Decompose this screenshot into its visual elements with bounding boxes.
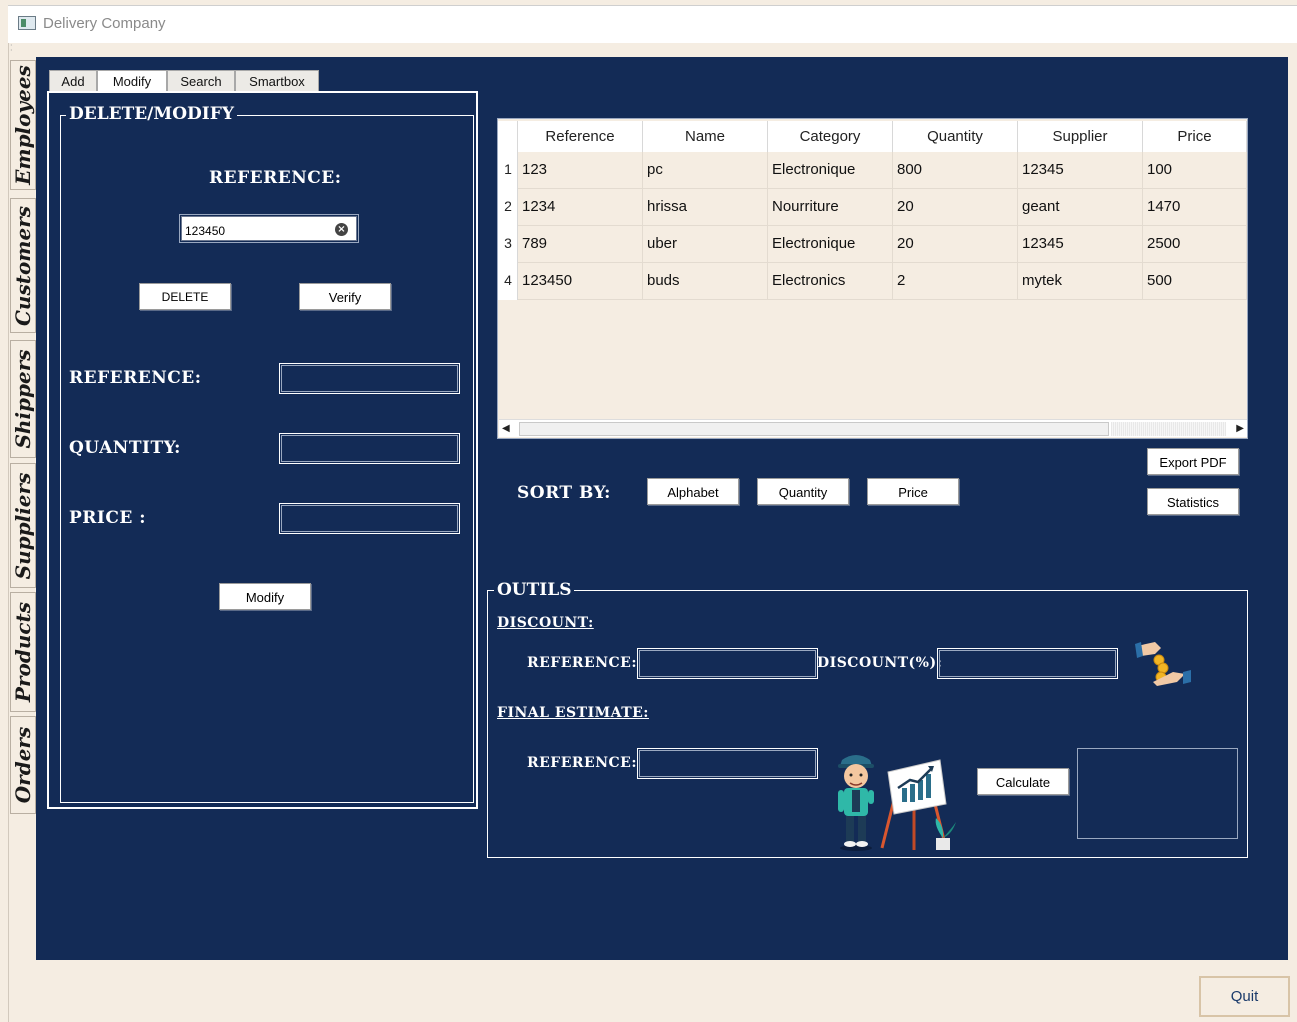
tab-smartbox[interactable]: Smartbox: [235, 70, 319, 92]
row-number: 1: [504, 161, 512, 177]
horizontal-scrollbar[interactable]: ◀ ▶: [499, 419, 1247, 437]
sort-by-label: SORT BY:: [517, 483, 611, 503]
table-cell[interactable]: Electronics: [768, 263, 893, 300]
export-pdf-button[interactable]: Export PDF: [1147, 448, 1239, 475]
table-cell[interactable]: 1234: [518, 189, 643, 226]
delete-modify-legend: DELETE/MODIFY: [66, 104, 237, 124]
delete-button[interactable]: DELETE: [139, 283, 231, 310]
discount-heading: DISCOUNT:: [497, 615, 594, 631]
discount-percent-label: DISCOUNT(%):: [817, 655, 943, 671]
column-header[interactable]: Name: [643, 121, 768, 152]
coins-hand-icon: [1135, 642, 1191, 686]
scrollbar-thumb[interactable]: [519, 422, 1109, 436]
column-header[interactable]: Supplier: [1018, 121, 1143, 152]
window-title: Delivery Company: [43, 15, 166, 32]
table-cell[interactable]: 123: [518, 152, 643, 189]
table-cell[interactable]: 20: [893, 226, 1018, 263]
table-cell[interactable]: 12345: [1018, 152, 1143, 189]
top-tab-bar: Add Modify Search Smartbox: [49, 70, 319, 92]
side-tab-orders[interactable]: Orders: [10, 716, 36, 814]
final-reference-field[interactable]: [637, 748, 818, 779]
table-cell[interactable]: buds: [643, 263, 768, 300]
reference-field[interactable]: [279, 363, 460, 394]
outils-legend: OUTILS: [494, 580, 575, 600]
verify-button[interactable]: Verify: [299, 283, 391, 310]
presenter-chart-illustration: [838, 755, 956, 851]
final-estimate-heading: FINAL ESTIMATE:: [497, 705, 649, 721]
sort-alphabet-button[interactable]: Alphabet: [647, 478, 739, 505]
modify-button[interactable]: Modify: [219, 583, 311, 610]
table-cell[interactable]: pc: [643, 152, 768, 189]
side-tab-shippers[interactable]: Shippers: [10, 340, 36, 458]
column-header[interactable]: Quantity: [893, 121, 1018, 152]
scroll-left-icon[interactable]: ◀: [502, 423, 510, 434]
table-cell[interactable]: 789: [518, 226, 643, 263]
final-reference-label: REFERENCE:: [527, 755, 637, 771]
discount-reference-field[interactable]: [637, 648, 818, 679]
column-header[interactable]: Category: [768, 121, 893, 152]
products-table[interactable]: Reference Name Category Quantity Supplie…: [497, 118, 1248, 439]
table-cell[interactable]: 2500: [1143, 226, 1247, 263]
reference-title: REFERENCE:: [209, 168, 342, 188]
statistics-button[interactable]: Statistics: [1147, 488, 1239, 515]
table-row[interactable]: 789 uber Electronique 20 12345 2500: [518, 226, 1247, 263]
quit-button[interactable]: Quit: [1199, 976, 1290, 1017]
reference-search-input[interactable]: 123450 ×: [179, 214, 359, 243]
table-cell[interactable]: 1470: [1143, 189, 1247, 226]
sort-price-button[interactable]: Price: [867, 478, 959, 505]
side-tab-employees[interactable]: Employees: [10, 60, 36, 190]
table-cell[interactable]: 100: [1143, 152, 1247, 189]
row-number: 3: [504, 235, 512, 251]
table-row[interactable]: 123 pc Electronique 800 12345 100: [518, 152, 1247, 189]
table-cell[interactable]: 500: [1143, 263, 1247, 300]
row-number: 4: [504, 272, 512, 288]
tab-add[interactable]: Add: [49, 70, 97, 92]
reference-label: REFERENCE:: [69, 368, 202, 388]
column-header[interactable]: Reference: [518, 121, 643, 152]
column-header[interactable]: Price: [1143, 121, 1247, 152]
app-icon: [18, 16, 36, 30]
scrollbar-track[interactable]: [1111, 422, 1226, 436]
table-cell[interactable]: mytek: [1018, 263, 1143, 300]
table-cell[interactable]: hrissa: [643, 189, 768, 226]
side-tab-suppliers[interactable]: Suppliers: [10, 463, 36, 588]
quantity-label: QUANTITY:: [69, 438, 181, 458]
table-row[interactable]: 1234 hrissa Nourriture 20 geant 1470: [518, 189, 1247, 226]
table-cell[interactable]: geant: [1018, 189, 1143, 226]
table-cell[interactable]: 800: [893, 152, 1018, 189]
discount-reference-label: REFERENCE:: [527, 655, 637, 671]
side-tab-customers[interactable]: Customers: [10, 198, 36, 333]
result-display: [1077, 748, 1238, 839]
title-bar: Delivery Company: [8, 5, 1297, 43]
price-field[interactable]: [279, 503, 460, 534]
table-cell[interactable]: 12345: [1018, 226, 1143, 263]
calculate-button[interactable]: Calculate: [977, 768, 1069, 795]
table-cell[interactable]: Electronique: [768, 226, 893, 263]
row-number: 2: [504, 198, 512, 214]
tab-search[interactable]: Search: [167, 70, 235, 92]
table-cell[interactable]: uber: [643, 226, 768, 263]
scroll-right-icon[interactable]: ▶: [1236, 423, 1244, 434]
side-tab-products[interactable]: Products: [10, 592, 36, 712]
quantity-field[interactable]: [279, 433, 460, 464]
table-header: Reference Name Category Quantity Supplie…: [518, 121, 1247, 152]
table-row[interactable]: 123450 buds Electronics 2 mytek 500: [518, 263, 1247, 300]
discount-percent-field[interactable]: [937, 648, 1118, 679]
price-label: PRICE :: [69, 508, 147, 528]
table-cell[interactable]: 2: [893, 263, 1018, 300]
table-cell[interactable]: Nourriture: [768, 189, 893, 226]
table-cell[interactable]: 20: [893, 189, 1018, 226]
sort-quantity-button[interactable]: Quantity: [757, 478, 849, 505]
clear-icon[interactable]: ×: [335, 223, 348, 236]
reference-search-value: 123450: [185, 224, 226, 238]
resize-grip-icon: · ·: [10, 41, 13, 55]
table-cell[interactable]: Electronique: [768, 152, 893, 189]
tab-modify[interactable]: Modify: [97, 70, 167, 92]
table-cell[interactable]: 123450: [518, 263, 643, 300]
